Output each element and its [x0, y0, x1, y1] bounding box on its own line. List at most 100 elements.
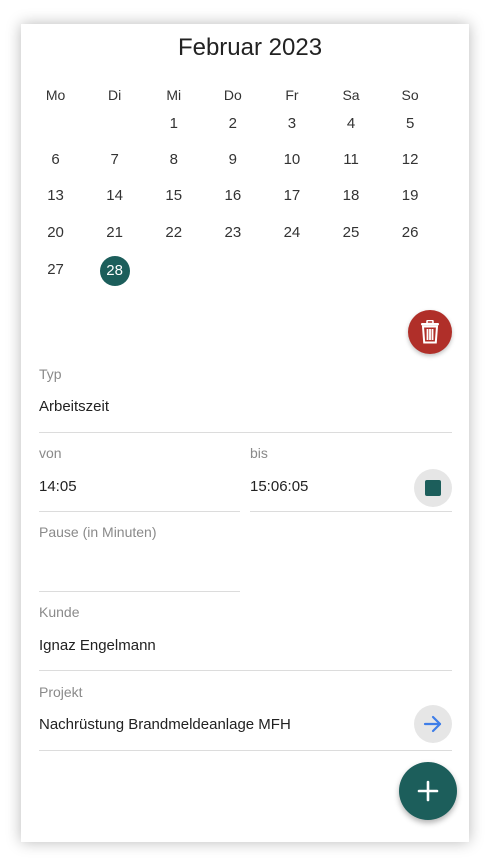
calendar-day[interactable]: 25 [343, 219, 360, 247]
calendar-cell[interactable]: 6 [26, 146, 85, 174]
calendar-cell[interactable]: 7 [85, 146, 144, 174]
projekt-label: Projekt [39, 684, 83, 700]
calendar-week-row: 1 2 3 4 5 [26, 110, 440, 138]
calendar-cell[interactable]: 10 [262, 146, 321, 174]
calendar-cell[interactable]: 8 [144, 146, 203, 174]
calendar-empty-cell [85, 110, 144, 138]
typ-underline [39, 432, 452, 433]
calendar-empty-cell [381, 256, 440, 286]
weekday-label: Sa [342, 87, 360, 103]
calendar-day[interactable]: 11 [343, 146, 359, 174]
calendar-day[interactable]: 7 [110, 146, 118, 174]
calendar-week-row: 13 14 15 16 17 18 19 [26, 182, 440, 210]
calendar-cell[interactable]: 4 [321, 110, 380, 138]
add-button[interactable] [399, 762, 457, 820]
plus-icon [417, 780, 439, 802]
calendar-day[interactable]: 22 [165, 219, 182, 247]
kunde-underline [39, 670, 452, 671]
calendar-cell[interactable]: 12 [381, 146, 440, 174]
typ-field[interactable]: Arbeitszeit [39, 398, 109, 415]
pause-underline [39, 591, 240, 592]
calendar-day[interactable]: 3 [288, 110, 296, 138]
bis-label: bis [250, 445, 268, 461]
calendar-day[interactable]: 13 [47, 182, 64, 210]
calendar-cell[interactable]: 17 [262, 182, 321, 210]
calendar-cell[interactable]: 14 [85, 182, 144, 210]
von-field[interactable]: 14:05 [39, 478, 77, 495]
calendar-cell[interactable]: 2 [203, 110, 262, 138]
calendar-cell[interactable]: 20 [26, 219, 85, 247]
calendar-cell[interactable]: 27 [26, 256, 85, 286]
calendar-cell[interactable]: 26 [381, 219, 440, 247]
von-underline [39, 511, 240, 512]
calendar-day[interactable]: 9 [229, 146, 237, 174]
calendar-cell[interactable]: 28 [85, 256, 144, 286]
calendar-cell[interactable]: 15 [144, 182, 203, 210]
calendar-day-selected[interactable]: 28 [99, 256, 130, 286]
calendar-day[interactable]: 10 [284, 146, 301, 174]
calendar-empty-cell [321, 256, 380, 286]
calendar-day[interactable]: 24 [284, 219, 301, 247]
calendar-day[interactable]: 5 [406, 110, 414, 138]
calendar-empty-cell [203, 256, 262, 286]
calendar-cell[interactable]: 5 [381, 110, 440, 138]
calendar-cell[interactable]: 21 [85, 219, 144, 247]
calendar-day[interactable]: 26 [402, 219, 419, 247]
weekday-label: Di [108, 87, 122, 103]
weekday-header: Mo Di Mi Do Fr Sa So [26, 87, 440, 103]
trash-icon [421, 320, 439, 344]
bis-field[interactable]: 15:06:05 [250, 478, 308, 495]
calendar-day[interactable]: 2 [229, 110, 237, 138]
calendar-cell[interactable]: 24 [262, 219, 321, 247]
calendar-day[interactable]: 23 [224, 219, 241, 247]
projekt-field[interactable]: Nachrüstung Brandmeldeanlage MFH [39, 716, 291, 733]
calendar-day[interactable]: 4 [347, 110, 355, 138]
arrow-right-icon [423, 715, 442, 733]
weekday-label: Mo [45, 87, 66, 103]
month-title: Februar 2023 [177, 34, 323, 61]
calendar-day[interactable]: 15 [165, 182, 182, 210]
kunde-label: Kunde [39, 604, 80, 620]
calendar-cell[interactable]: 18 [321, 182, 380, 210]
stop-timer-button[interactable] [414, 469, 452, 507]
calendar-week-row: 20 21 22 23 24 25 26 [26, 219, 440, 247]
von-label: von [39, 445, 62, 461]
delete-button[interactable] [408, 310, 452, 354]
calendar-cell[interactable]: 9 [203, 146, 262, 174]
calendar-day[interactable]: 6 [51, 146, 59, 174]
calendar-day[interactable]: 14 [106, 182, 123, 210]
weekday-label: So [401, 87, 419, 103]
projekt-navigate-button[interactable] [414, 705, 452, 743]
calendar-cell[interactable]: 3 [262, 110, 321, 138]
weekday-label: Mi [166, 87, 182, 103]
calendar-day[interactable]: 19 [402, 182, 419, 210]
calendar-cell[interactable]: 25 [321, 219, 380, 247]
calendar-day[interactable]: 21 [106, 219, 123, 247]
calendar-cell[interactable]: 1 [144, 110, 203, 138]
calendar-cell[interactable]: 22 [144, 219, 203, 247]
calendar-day[interactable]: 27 [47, 256, 64, 284]
calendar-cell[interactable]: 16 [203, 182, 262, 210]
bis-underline [250, 511, 452, 512]
calendar-cell[interactable]: 13 [26, 182, 85, 210]
weekday-label: Fr [285, 87, 299, 103]
calendar-day[interactable]: 17 [284, 182, 301, 210]
calendar-week-row: 6 7 8 9 10 11 12 [26, 146, 440, 174]
kunde-field[interactable]: Ignaz Engelmann [39, 637, 156, 654]
calendar-cell[interactable]: 23 [203, 219, 262, 247]
calendar-cell[interactable]: 19 [381, 182, 440, 210]
calendar-day[interactable]: 1 [170, 110, 178, 138]
calendar-day[interactable]: 8 [170, 146, 178, 174]
calendar-cell[interactable]: 11 [321, 146, 380, 174]
calendar-day[interactable]: 18 [343, 182, 360, 210]
calendar-day[interactable]: 12 [402, 146, 419, 174]
calendar-empty-cell [26, 110, 85, 138]
calendar-empty-cell [262, 256, 321, 286]
typ-label: Typ [39, 366, 62, 382]
weekday-label: Do [223, 87, 242, 103]
calendar-empty-cell [144, 256, 203, 286]
calendar-day[interactable]: 16 [224, 182, 241, 210]
calendar-day[interactable]: 20 [47, 219, 64, 247]
stop-icon [425, 480, 441, 496]
projekt-underline [39, 750, 452, 751]
